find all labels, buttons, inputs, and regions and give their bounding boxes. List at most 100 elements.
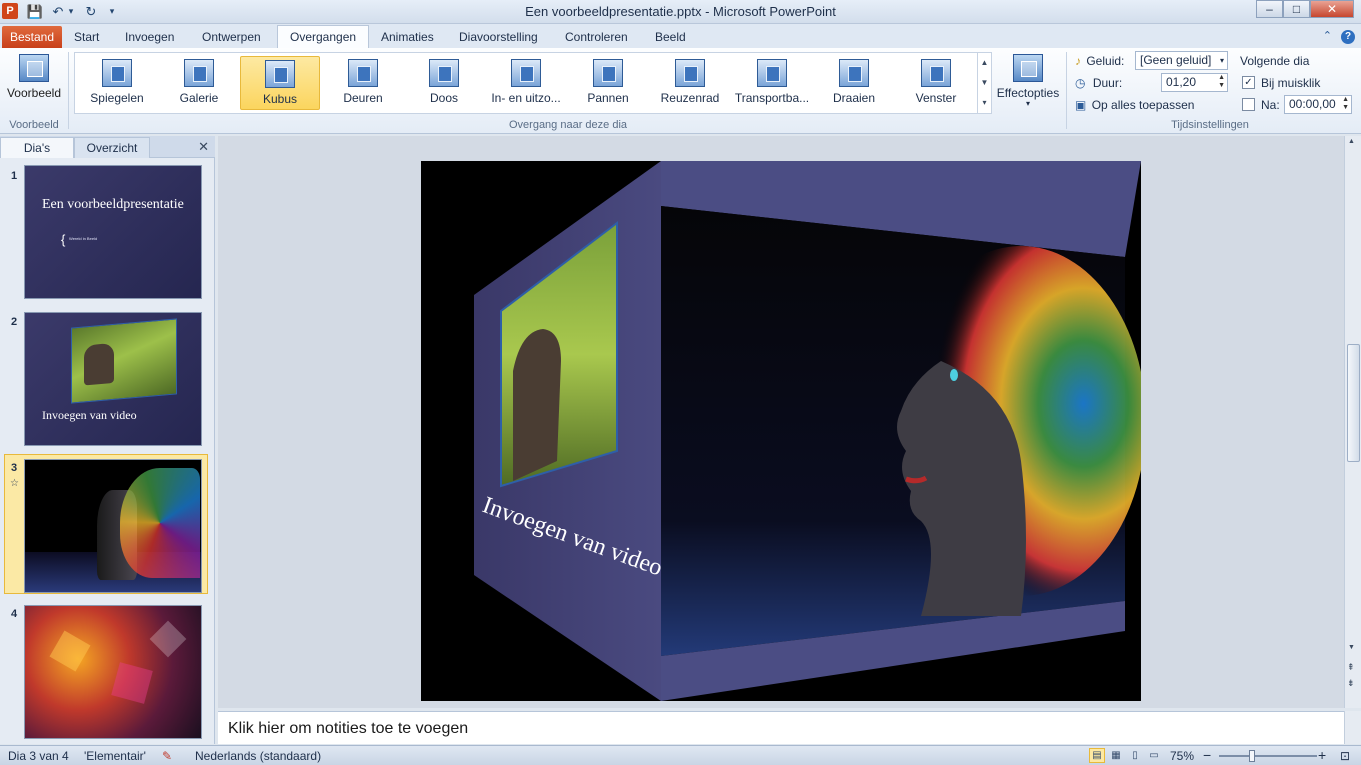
zoom-out-icon[interactable]: −: [1203, 747, 1211, 763]
transition-label: Transportba...: [734, 91, 810, 105]
vertical-scrollbar[interactable]: ▲ ▼ ⇞ ⇟: [1344, 136, 1361, 708]
tab-design[interactable]: Ontwerpen: [190, 26, 273, 48]
slideshow-view-icon[interactable]: ▭: [1146, 748, 1162, 763]
transition-icon: [184, 59, 214, 87]
tab-transitions[interactable]: Overgangen: [277, 25, 370, 49]
transition-kubus[interactable]: Kubus: [240, 56, 320, 110]
tab-slides[interactable]: Dia's: [0, 137, 74, 158]
tab-start[interactable]: Start: [62, 26, 111, 48]
after-checkbox[interactable]: [1242, 98, 1255, 111]
transition-spiegelen[interactable]: Spiegelen: [77, 56, 157, 110]
slide-thumbnail-1[interactable]: Een voorbeeldpresentatie { Wereld in Bee…: [24, 165, 202, 299]
on-click-checkbox[interactable]: ✓: [1242, 76, 1255, 89]
slide-sorter-view-icon[interactable]: ▦: [1108, 748, 1124, 763]
slide-number: 2: [11, 316, 18, 328]
zoom-in-icon[interactable]: +: [1318, 747, 1326, 763]
tab-slideshow[interactable]: Diavoorstelling: [447, 26, 550, 48]
reading-view-icon[interactable]: ▯: [1127, 748, 1143, 763]
fit-to-window-icon[interactable]: ⊡: [1340, 749, 1350, 763]
notes-placeholder[interactable]: Klik hier om notities toe te voegen: [228, 720, 468, 738]
transition-star-icon: ☆: [10, 478, 19, 489]
eye-glow: [950, 369, 958, 381]
effect-options-label: Effectopties: [996, 86, 1060, 100]
tab-outline[interactable]: Overzicht: [74, 137, 150, 158]
after-time-value: 00:00,00: [1289, 97, 1336, 111]
tab-review[interactable]: Controleren: [553, 26, 640, 48]
transition-draaien[interactable]: Draaien: [814, 56, 894, 110]
sound-row: ♪ Geluid: [Geen geluid] ▾: [1075, 51, 1235, 71]
gallery-scroll-up-icon[interactable]: ▲: [977, 53, 991, 73]
marmot-figure: [84, 342, 114, 386]
minimize-button[interactable]: –: [1256, 0, 1283, 18]
zoom-slider[interactable]: [1219, 755, 1317, 757]
transition-icon: [348, 59, 378, 87]
preview-button[interactable]: Voorbeeld: [4, 52, 64, 110]
transition-label: Pannen: [587, 91, 629, 105]
transition-doos[interactable]: Doos: [404, 56, 484, 110]
transition-transportband[interactable]: Transportba...: [732, 56, 812, 110]
on-click-label: Bij muisklik: [1261, 76, 1321, 90]
slide-thumbnail-4[interactable]: [24, 605, 202, 739]
marmot-figure: [513, 329, 561, 481]
scrollbar-thumb[interactable]: [1347, 344, 1360, 462]
after-time-input[interactable]: 00:00,00 ▲ ▼: [1284, 95, 1352, 114]
apply-all-button[interactable]: ▣ Op alles toepassen: [1075, 95, 1235, 115]
close-icon[interactable]: ✕: [198, 139, 209, 155]
effect-options-button[interactable]: Effectopties ▾: [994, 52, 1062, 114]
transition-icon: [429, 59, 459, 87]
duration-spinner-icon[interactable]: ▲ ▼: [1218, 74, 1225, 90]
slide-number: 1: [11, 170, 18, 182]
rainbow-hair: [120, 468, 200, 578]
previous-slide-icon[interactable]: ⇞: [1347, 662, 1355, 673]
transition-galerie[interactable]: Galerie: [159, 56, 239, 110]
transition-label: Doos: [429, 91, 458, 105]
close-button[interactable]: ✕: [1310, 0, 1354, 18]
sound-dropdown[interactable]: [Geen geluid] ▾: [1135, 51, 1228, 70]
slide-counter: Dia 3 van 4: [8, 749, 69, 763]
language[interactable]: Nederlands (standaard): [195, 749, 321, 763]
maximize-button[interactable]: □: [1283, 0, 1310, 18]
theme-name[interactable]: 'Elementair': [84, 749, 146, 763]
after-spinner-icon[interactable]: ▲ ▼: [1342, 96, 1349, 112]
ribbon: Voorbeeld Voorbeeld Spiegelen Galerie Ku…: [0, 48, 1361, 134]
chevron-down-icon: ▾: [1219, 56, 1224, 65]
zoom-slider-handle[interactable]: [1249, 750, 1255, 762]
notes-pane[interactable]: Klik hier om notities toe te voegen: [218, 711, 1344, 744]
slide-thumbnail-3[interactable]: [24, 459, 202, 593]
slide-number: 3: [11, 462, 18, 474]
slide-number: 4: [11, 608, 18, 620]
transition-group-label: Overgang naar deze dia: [508, 119, 628, 131]
after-row: Na: 00:00,00 ▲ ▼: [1240, 95, 1354, 115]
transition-icon: [839, 59, 869, 87]
hexagon-shape: [49, 630, 91, 672]
gallery-scroll-down-icon[interactable]: ▼: [977, 73, 991, 93]
group-separator: [68, 52, 69, 129]
transition-label: Reuzenrad: [660, 91, 720, 105]
scroll-up-icon[interactable]: ▲: [1348, 138, 1355, 145]
scroll-down-icon[interactable]: ▼: [1348, 644, 1355, 651]
tab-view[interactable]: Beeld: [643, 26, 698, 48]
tab-animations[interactable]: Animaties: [369, 26, 446, 48]
transition-in-en-uitzoomen[interactable]: In- en uitzo...: [486, 56, 566, 110]
zoom-level[interactable]: 75%: [1170, 749, 1194, 763]
current-slide[interactable]: Invoegen van video: [421, 161, 1141, 701]
transition-venster[interactable]: Venster: [896, 56, 976, 110]
minimize-ribbon-icon[interactable]: ⌃: [1323, 30, 1332, 42]
transition-pannen[interactable]: Pannen: [568, 56, 648, 110]
notes-scrollbar[interactable]: [1344, 711, 1361, 744]
next-slide-icon[interactable]: ⇟: [1347, 678, 1355, 689]
duration-input[interactable]: 01,20 ▲ ▼: [1161, 73, 1228, 92]
tab-file[interactable]: Bestand: [2, 26, 63, 48]
help-icon[interactable]: ?: [1341, 30, 1355, 44]
slide-editing-area[interactable]: Invoegen van video: [218, 136, 1344, 708]
transition-label: Deuren: [343, 91, 383, 105]
slide-thumbnail-2[interactable]: Invoegen van video: [24, 312, 202, 446]
title-bar: P 💾 ↶ ▾ ↻ ▾ Een voorbeeldpresentatie.ppt…: [0, 0, 1361, 24]
transition-reuzenrad[interactable]: Reuzenrad: [650, 56, 730, 110]
transition-deuren[interactable]: Deuren: [323, 56, 403, 110]
spellcheck-icon[interactable]: ✎: [162, 749, 172, 763]
tab-insert[interactable]: Invoegen: [113, 26, 186, 48]
normal-view-icon[interactable]: ▤: [1089, 748, 1105, 763]
gallery-more-icon[interactable]: ▾: [977, 93, 991, 113]
sound-label: Geluid:: [1086, 54, 1125, 68]
